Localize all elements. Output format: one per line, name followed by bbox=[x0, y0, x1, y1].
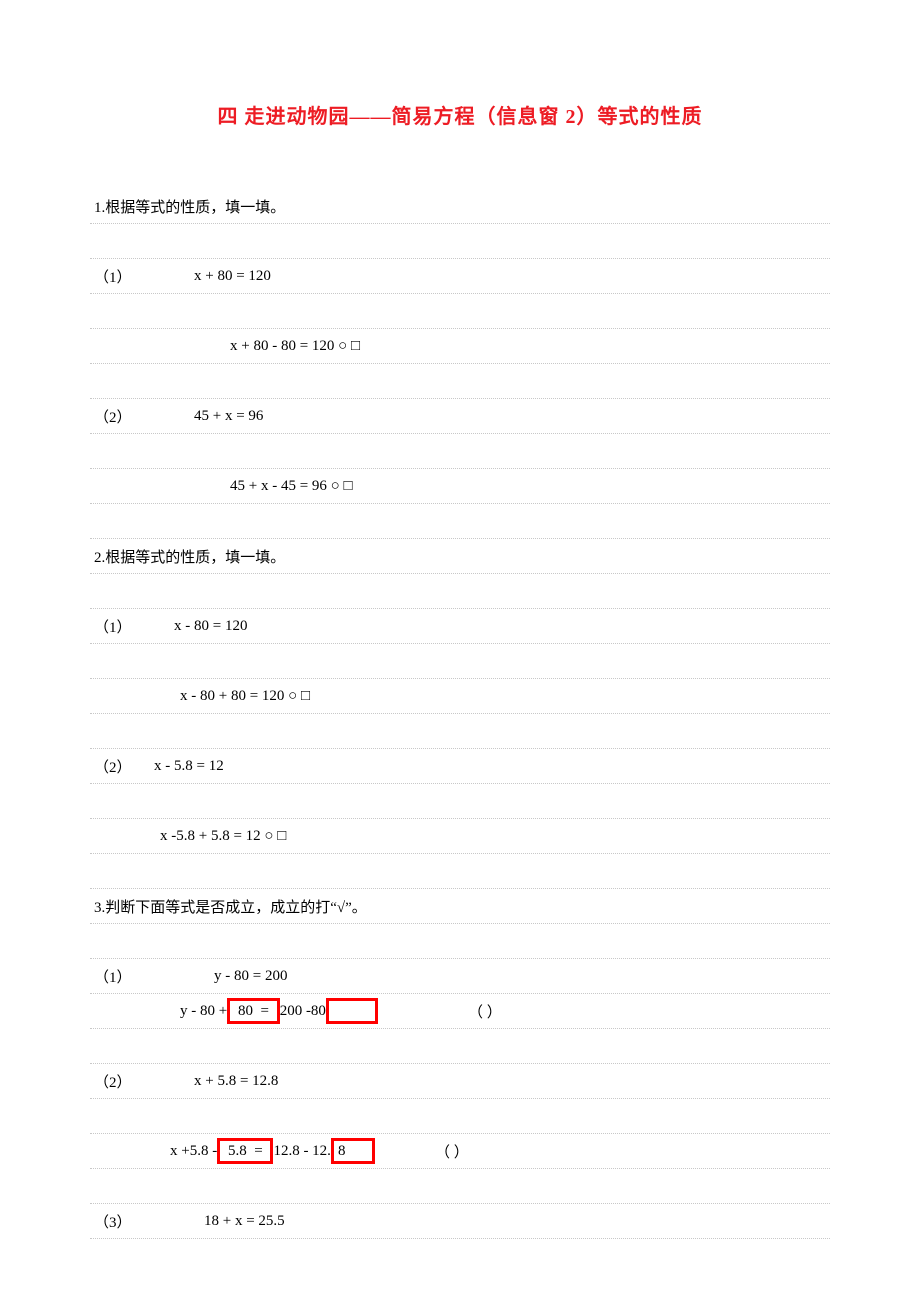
q1-p1-label: （1） bbox=[94, 266, 154, 287]
q3-p2-equation: x + 5.8 = 12.8 bbox=[194, 1073, 278, 1090]
q1-p1-step: x + 80 - 80 = 120 ○ □ bbox=[90, 329, 830, 364]
spacer bbox=[90, 924, 830, 959]
q1-p2-step: 45 + x - 45 = 96 ○ □ bbox=[90, 469, 830, 504]
q3-p1-step-a: y - 80 + bbox=[180, 1003, 227, 1020]
q1-p2-equation: 45 + x = 96 bbox=[194, 408, 263, 425]
q3-p1-step-row: y - 80 + 80 = 200 -80 （ ） bbox=[90, 994, 830, 1029]
spacer bbox=[90, 364, 830, 399]
page-title: 四 走进动物园——简易方程（信息窗 2）等式的性质 bbox=[90, 100, 830, 129]
q1-p1-equation: x + 80 = 120 bbox=[194, 268, 271, 285]
q2-p2-equation: x - 5.8 = 12 bbox=[154, 758, 224, 775]
spacer bbox=[90, 644, 830, 679]
highlight-box bbox=[326, 998, 378, 1024]
q3-prompt: 3.判断下面等式是否成立，成立的打“√”。 bbox=[90, 889, 830, 924]
spacer bbox=[90, 504, 830, 539]
highlight-box: 8 bbox=[331, 1138, 375, 1164]
spacer bbox=[90, 854, 830, 889]
q3-p2-step-a: x +5.8 - bbox=[170, 1143, 217, 1160]
q3-part3-eq-row: （3） 18 + x = 25.5 bbox=[90, 1204, 830, 1239]
answer-paren: （ ） bbox=[468, 1001, 502, 1022]
worksheet-page: 四 走进动物园——简易方程（信息窗 2）等式的性质 1.根据等式的性质，填一填。… bbox=[0, 0, 920, 1279]
highlight-box: 5.8 = bbox=[217, 1138, 273, 1164]
q3-p3-label: （3） bbox=[94, 1211, 154, 1232]
q3-part2-eq-row: （2） x + 5.8 = 12.8 bbox=[90, 1064, 830, 1099]
q1-part2-eq-row: （2） 45 + x = 96 bbox=[90, 399, 830, 434]
q3-p3-equation: 18 + x = 25.5 bbox=[204, 1213, 285, 1230]
q1-part1-eq-row: （1） x + 80 = 120 bbox=[90, 259, 830, 294]
q2-p2-label: （2） bbox=[94, 756, 154, 777]
highlight-box: 80 = bbox=[227, 998, 279, 1024]
q2-p1-step: x - 80 + 80 = 120 ○ □ bbox=[90, 679, 830, 714]
q3-p2-step-b: 12.8 - 12. bbox=[273, 1143, 331, 1160]
spacer bbox=[90, 1169, 830, 1204]
q3-p1-equation: y - 80 = 200 bbox=[214, 968, 287, 985]
spacer bbox=[90, 1029, 830, 1064]
q2-p2-step: x -5.8 + 5.8 = 12 ○ □ bbox=[90, 819, 830, 854]
spacer bbox=[90, 784, 830, 819]
q2-p1-equation: x - 80 = 120 bbox=[174, 618, 247, 635]
q3-p1-step-b: 200 -80 bbox=[280, 1003, 326, 1020]
spacer bbox=[90, 714, 830, 749]
q3-part1-eq-row: （1） y - 80 = 200 bbox=[90, 959, 830, 994]
q2-part2-eq-row: （2） x - 5.8 = 12 bbox=[90, 749, 830, 784]
spacer bbox=[90, 1099, 830, 1134]
q2-p1-label: （1） bbox=[94, 616, 154, 637]
q3-p2-step-row: x +5.8 - 5.8 = 12.8 - 12. 8 （ ） bbox=[90, 1134, 830, 1169]
q3-p2-label: （2） bbox=[94, 1071, 154, 1092]
spacer bbox=[90, 294, 830, 329]
q1-p2-label: （2） bbox=[94, 406, 154, 427]
q2-part1-eq-row: （1） x - 80 = 120 bbox=[90, 609, 830, 644]
spacer bbox=[90, 224, 830, 259]
spacer bbox=[90, 574, 830, 609]
answer-paren: （ ） bbox=[435, 1141, 469, 1162]
spacer bbox=[90, 434, 830, 469]
q3-p1-label: （1） bbox=[94, 966, 154, 987]
q2-prompt: 2.根据等式的性质，填一填。 bbox=[90, 539, 830, 574]
q1-prompt: 1.根据等式的性质，填一填。 bbox=[90, 189, 830, 224]
